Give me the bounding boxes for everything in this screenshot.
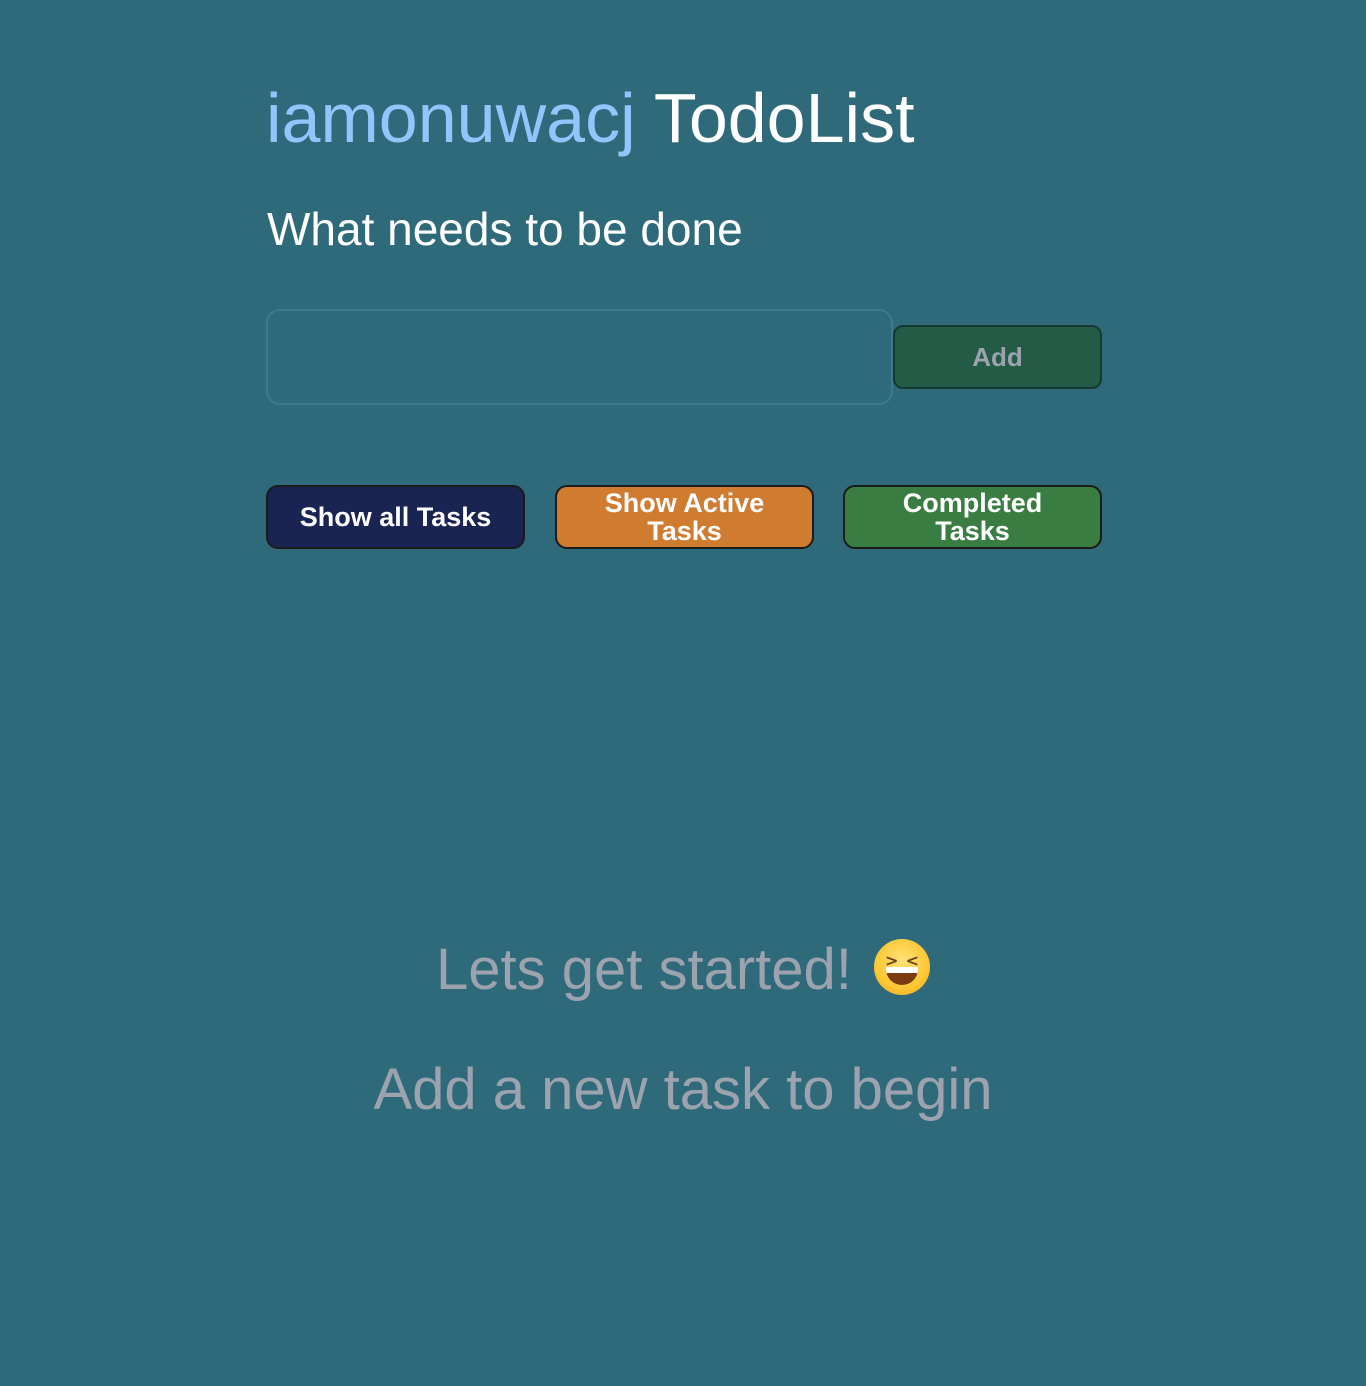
brand-name: iamonuwacj xyxy=(266,79,636,157)
empty-state-heading: Lets get started! > < xyxy=(0,935,1366,1005)
page-subtitle: What needs to be done xyxy=(267,203,743,255)
add-task-button[interactable]: Add xyxy=(893,325,1102,389)
app-name: TodoList xyxy=(653,79,915,157)
show-active-tasks-button[interactable]: Show Active Tasks xyxy=(555,485,814,549)
show-all-tasks-button[interactable]: Show all Tasks xyxy=(266,485,525,549)
page-title: iamonuwacj TodoList xyxy=(266,78,915,158)
completed-tasks-button[interactable]: Completed Tasks xyxy=(843,485,1102,549)
new-task-input[interactable] xyxy=(266,309,893,405)
empty-state-message: Add a new task to begin xyxy=(373,1057,993,1122)
empty-state-heading-text: Lets get started! xyxy=(435,937,852,1002)
grinning-squinting-face-icon: > < xyxy=(874,939,931,995)
